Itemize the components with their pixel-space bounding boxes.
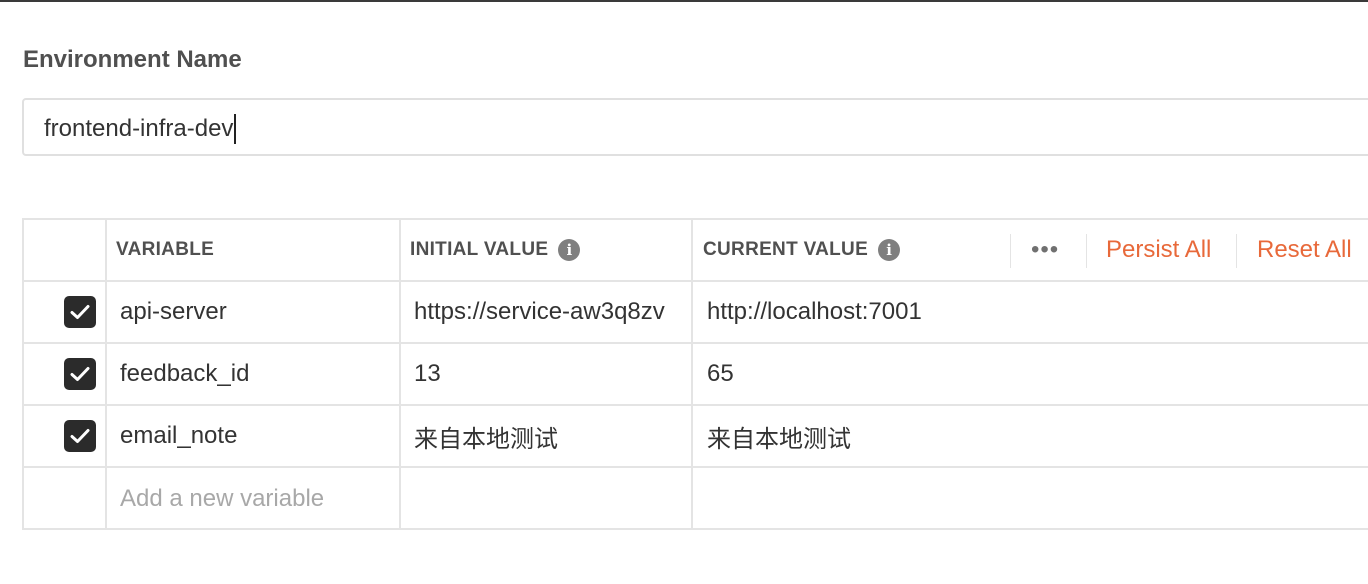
current-value-cell[interactable]: 来自本地测试 <box>707 406 1347 466</box>
text-caret <box>234 114 237 144</box>
initial-value-info-icon[interactable]: i <box>558 239 581 261</box>
header-initial-value: INITIAL VALUE i <box>410 220 581 280</box>
reset-all-button[interactable]: Reset All <box>1257 220 1352 280</box>
column-divider <box>105 220 107 528</box>
row-enabled-checkbox[interactable] <box>64 282 96 342</box>
checkmark-icon <box>64 358 96 390</box>
variable-name-cell[interactable]: email_note <box>120 406 400 466</box>
persist-all-button[interactable]: Persist All <box>1106 220 1211 280</box>
initial-value-cell[interactable]: https://service-aw3q8zv <box>414 282 680 342</box>
header-separator <box>1236 234 1237 268</box>
header-variable: VARIABLE <box>116 239 215 260</box>
table-row: email_note 来自本地测试 来自本地测试 <box>24 406 1368 468</box>
top-border <box>0 0 1368 2</box>
checkmark-icon <box>64 296 96 328</box>
environment-name-input[interactable]: frontend-infra-dev <box>22 98 1368 156</box>
header-separator <box>1010 234 1011 268</box>
new-current-value-cell[interactable] <box>707 468 1347 530</box>
variable-name-cell[interactable]: feedback_id <box>120 344 400 404</box>
new-initial-value-cell[interactable] <box>414 468 680 530</box>
new-variable-row: Add a new variable <box>24 468 1368 530</box>
initial-value-cell[interactable]: 来自本地测试 <box>414 406 680 466</box>
header-current-value: CURRENT VALUE i <box>703 220 901 280</box>
column-divider <box>399 220 401 528</box>
column-divider <box>691 220 693 528</box>
new-variable-input[interactable]: Add a new variable <box>120 468 400 530</box>
table-row: api-server https://service-aw3q8zv http:… <box>24 282 1368 344</box>
row-enabled-checkbox[interactable] <box>64 344 96 404</box>
checkmark-icon <box>64 420 96 452</box>
header-separator <box>1086 234 1087 268</box>
variables-table: VARIABLE INITIAL VALUE i CURRENT VALUE i… <box>22 218 1368 530</box>
row-enabled-checkbox[interactable] <box>64 406 96 466</box>
table-row: feedback_id 13 65 <box>24 344 1368 406</box>
initial-value-cell[interactable]: 13 <box>414 344 680 404</box>
current-value-cell[interactable]: 65 <box>707 344 1347 404</box>
table-header-row: VARIABLE INITIAL VALUE i CURRENT VALUE i… <box>24 220 1368 282</box>
environment-name-label: Environment Name <box>23 46 242 73</box>
environment-name-value: frontend-infra-dev <box>44 115 234 142</box>
current-value-cell[interactable]: http://localhost:7001 <box>707 282 1347 342</box>
current-value-info-icon[interactable]: i <box>878 239 901 261</box>
more-options-icon[interactable]: ••• <box>1031 220 1059 280</box>
variable-name-cell[interactable]: api-server <box>120 282 400 342</box>
